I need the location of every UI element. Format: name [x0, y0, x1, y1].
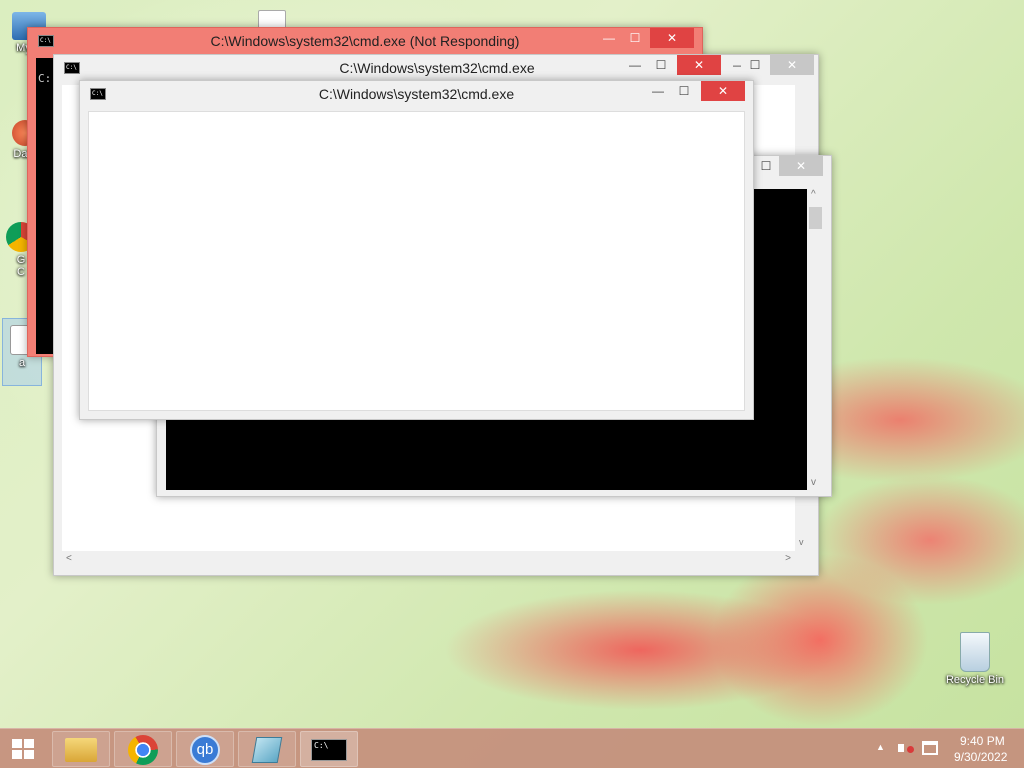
taskbar: qb C:\ ▲ 9:40 PM 9/30/2022 [0, 728, 1024, 768]
scroll-down-arrow[interactable]: v [811, 477, 816, 488]
desktop-icon-recycle-bin[interactable]: Recycle Bin [940, 632, 1010, 686]
scroll-up-arrow[interactable]: ^ [811, 189, 816, 200]
taskbar-notepad[interactable] [238, 731, 296, 767]
scroll-thumb[interactable] [809, 207, 822, 229]
desktop-icon-label: a [18, 357, 26, 369]
show-hidden-icons-button[interactable]: ▲ [876, 742, 885, 752]
taskbar-file-explorer[interactable] [52, 731, 110, 767]
scroll-down-arrow[interactable]: v [799, 537, 804, 547]
chrome-icon [128, 735, 158, 765]
horizontal-scrollbar[interactable]: < > [62, 551, 795, 568]
recycle-bin-icon [960, 632, 990, 672]
prompt-text: C: [38, 72, 52, 85]
qbittorrent-icon: qb [190, 735, 220, 765]
close-button[interactable]: ✕ [677, 55, 721, 75]
cmd-window-front[interactable]: C:\ C:\Windows\system32\cmd.exe — ☐ ✕ [79, 80, 754, 420]
clock-time[interactable]: 9:40 PM [960, 734, 1005, 748]
clock-date[interactable]: 9/30/2022 [954, 750, 1007, 764]
network-icon[interactable] [922, 741, 938, 755]
title-bar[interactable]: C:\ C:\Windows\system32\cmd.exe — ☐ ✕ [80, 81, 753, 107]
taskbar-chrome[interactable] [114, 731, 172, 767]
taskbar-qbittorrent[interactable]: qb [176, 731, 234, 767]
start-button[interactable] [6, 735, 40, 763]
cmd-icon: C:\ [311, 739, 347, 761]
desktop-icon-label: C [17, 266, 25, 278]
maximize-button[interactable]: ☐ [622, 28, 648, 48]
minimize-button[interactable]: — [596, 28, 622, 48]
close-button[interactable]: ✕ [779, 156, 823, 176]
client-area [88, 111, 745, 411]
minimize-button[interactable]: — [622, 55, 648, 75]
scroll-left-arrow[interactable]: < [66, 553, 72, 564]
vertical-scrollbar[interactable]: ^ v [807, 189, 824, 490]
scroll-right-arrow[interactable]: > [785, 553, 791, 564]
maximize-button[interactable]: ☐ [648, 55, 674, 75]
maximize-button[interactable]: ☐ [671, 81, 697, 101]
start-icon [12, 739, 34, 759]
desktop-icon-label: Recycle Bin [945, 674, 1005, 686]
title-bar[interactable]: C:\ C:\Windows\system32\cmd.exe — ☐ ✕ [54, 55, 733, 81]
close-button[interactable]: ✕ [650, 28, 694, 48]
close-button[interactable]: ✕ [701, 81, 745, 101]
maximize-button[interactable]: ☐ [753, 156, 779, 176]
title-bar[interactable]: C:\ C:\Windows\system32\cmd.exe (Not Res… [28, 28, 702, 54]
taskbar-cmd[interactable]: C:\ [300, 731, 358, 767]
desktop-icon-label: G [16, 254, 26, 266]
notepad-icon [251, 737, 283, 763]
file-explorer-icon [65, 738, 97, 762]
volume-muted-icon[interactable] [898, 741, 914, 755]
minimize-button[interactable]: — [645, 81, 671, 101]
